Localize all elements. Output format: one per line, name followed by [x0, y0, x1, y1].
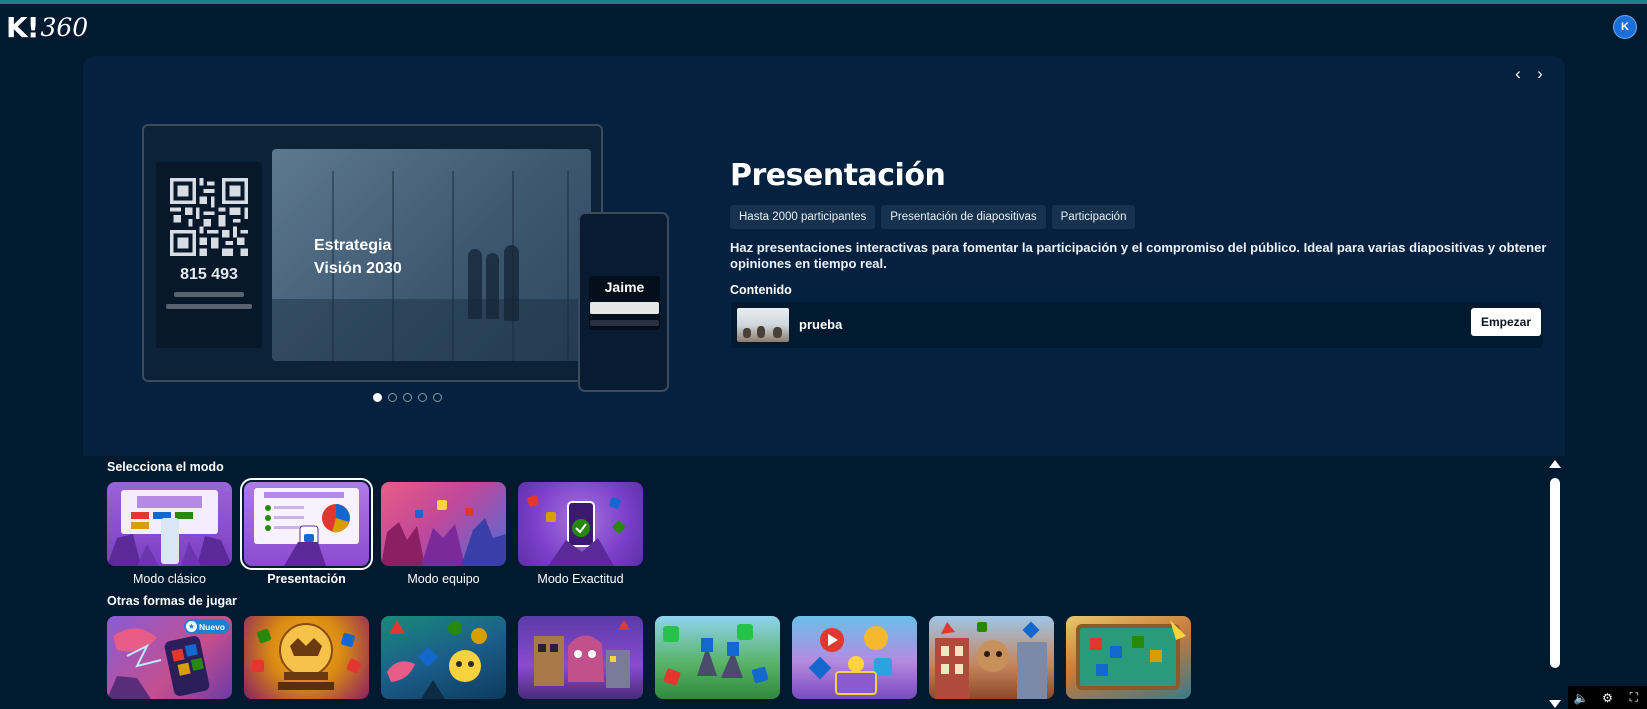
content-label: Contenido	[730, 283, 792, 297]
phone-player-name: Jaime	[604, 279, 645, 295]
media-controls: 🔈 ⚙ ⛶	[1568, 686, 1647, 709]
kahoot-360-logo[interactable]: K! 360	[6, 10, 89, 44]
logo-k: K!	[6, 10, 39, 44]
carousel-dot[interactable]	[403, 393, 412, 402]
game-card-5[interactable]	[655, 616, 780, 699]
mode-card-accuracy[interactable]	[518, 482, 643, 566]
person-silhouette	[486, 253, 499, 319]
thumb-figure	[743, 328, 751, 338]
star-icon: ★	[186, 621, 198, 632]
game-2-illustration	[252, 623, 362, 690]
mode-label-presentation: Presentación	[267, 572, 346, 586]
scrollbar-thumb[interactable]	[1550, 478, 1560, 668]
game-pin: 815 493	[180, 266, 238, 283]
mode-title: Presentación	[730, 158, 946, 193]
carousel-dots	[373, 393, 442, 402]
user-avatar[interactable]: K	[1613, 15, 1637, 39]
chevron-left-icon[interactable]: ‹	[1511, 64, 1525, 84]
content-thumbnail	[737, 308, 789, 342]
placeholder-bar	[174, 292, 244, 297]
tag-participation: Participación	[1051, 205, 1136, 229]
select-mode-label: Selecciona el modo	[107, 460, 224, 474]
slide-title-line: Visión 2030	[314, 260, 402, 277]
content-item[interactable]: prueba	[731, 302, 1543, 348]
mode-label-classic: Modo clásico	[133, 572, 206, 586]
scroll-down-arrow[interactable]	[1549, 700, 1561, 708]
mode-tags: Hasta 2000 participantes Presentación de…	[730, 205, 1136, 229]
game-card-7[interactable]	[929, 616, 1054, 699]
tag-participants: Hasta 2000 participantes	[730, 205, 876, 229]
new-badge-label: Nuevo	[199, 621, 225, 632]
game-8-illustration	[1076, 620, 1186, 690]
scroll-up-arrow[interactable]	[1549, 460, 1561, 468]
game-card-3[interactable]	[381, 616, 506, 699]
hero-carousel-nav: ‹ ›	[1511, 64, 1547, 84]
qr-code-icon	[170, 178, 248, 256]
game-4-illustration	[534, 620, 630, 688]
slide-preview: Estrategia Visión 2030	[272, 149, 591, 361]
join-panel: 815 493	[156, 162, 262, 348]
gear-icon[interactable]: ⚙	[1599, 691, 1615, 705]
mode-label-team: Modo equipo	[407, 572, 480, 586]
team-mode-illustration	[381, 500, 506, 566]
phone-illustration: Jaime	[578, 212, 669, 392]
carousel-dot[interactable]	[433, 393, 442, 402]
chevron-right-icon[interactable]: ›	[1533, 64, 1547, 84]
game-6-illustration	[808, 626, 892, 695]
mode-label-accuracy: Modo Exactitud	[537, 572, 624, 586]
other-games-label: Otras formas de jugar	[107, 594, 237, 608]
mode-card-team[interactable]	[381, 482, 506, 566]
game-card-8[interactable]	[1066, 616, 1191, 699]
carousel-dot[interactable]	[373, 393, 382, 402]
slide-title-line: Estrategia	[314, 237, 392, 254]
presentation-mode-illustration	[254, 488, 359, 566]
top-accent-line	[0, 0, 1647, 4]
mode-description: Haz presentaciones interactivas para fom…	[730, 240, 1547, 271]
carousel-dot[interactable]	[418, 393, 427, 402]
hero-panel: ‹ › 815 493 Estrategia Visión 2030 Jaime…	[83, 56, 1565, 456]
content-title: prueba	[799, 317, 843, 332]
game-card-6[interactable]	[792, 616, 917, 699]
game-card-1[interactable]: ★ Nuevo	[107, 616, 232, 699]
mode-card-presentation[interactable]	[240, 478, 373, 570]
fullscreen-icon[interactable]: ⛶	[1626, 690, 1642, 705]
thumb-figure	[757, 326, 765, 338]
game-3-illustration	[387, 620, 487, 699]
volume-icon[interactable]: 🔈	[1573, 691, 1589, 705]
new-badge: ★ Nuevo	[184, 619, 229, 634]
accuracy-mode-illustration	[527, 495, 626, 566]
logo-360: 360	[40, 12, 89, 42]
person-silhouette	[468, 249, 482, 319]
tag-slides: Presentación de diapositivas	[881, 205, 1046, 229]
carousel-dot[interactable]	[388, 393, 397, 402]
game-card-2[interactable]	[244, 616, 369, 699]
floor	[272, 299, 591, 361]
slide-title: Estrategia Visión 2030	[314, 234, 402, 280]
presentation-screen-illustration: 815 493 Estrategia Visión 2030	[142, 124, 603, 382]
game-card-4[interactable]	[518, 616, 643, 699]
game-5-illustration	[663, 624, 769, 686]
placeholder-bar	[166, 304, 252, 309]
phone-button	[590, 320, 659, 326]
mode-card-classic[interactable]	[107, 482, 232, 566]
game-7-illustration	[935, 621, 1047, 699]
start-button[interactable]: Empezar	[1471, 308, 1541, 336]
phone-input	[590, 302, 659, 314]
classic-mode-illustration	[107, 490, 232, 566]
person-silhouette	[504, 245, 519, 321]
thumb-figure	[773, 327, 782, 338]
